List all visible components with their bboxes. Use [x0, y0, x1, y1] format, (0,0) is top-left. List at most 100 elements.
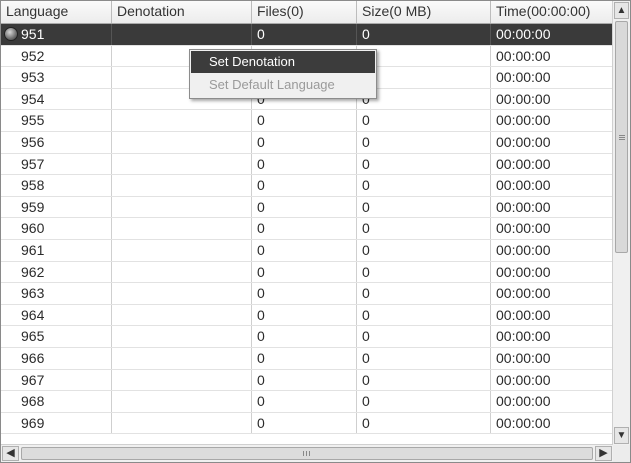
cell-time-text: 00:00:00 [496, 285, 551, 302]
cell-files: 0 [252, 369, 357, 391]
cell-language-text: 964 [21, 306, 45, 323]
cell-time: 00:00:00 [491, 239, 613, 261]
cell-files-text: 0 [257, 371, 265, 388]
cell-size: 0 [357, 196, 491, 218]
cell-time-text: 00:00:00 [496, 263, 551, 280]
cell-size: 0 [357, 110, 491, 131]
table-row[interactable]: 964 0 0 00:00:00 [1, 304, 613, 327]
arrow-right-icon[interactable]: ▶ [595, 446, 612, 461]
cell-time-text: 00:00:00 [496, 220, 551, 237]
cell-language: 953 [1, 67, 112, 88]
cell-language: 967 [1, 369, 112, 391]
menu-item-set-denotation[interactable]: Set Denotation [191, 51, 375, 73]
column-header-files[interactable]: Files(0) [252, 1, 357, 23]
cell-time-text: 00:00:00 [496, 241, 551, 258]
table-row[interactable]: 962 0 0 00:00:00 [1, 261, 613, 284]
cell-size-text: 0 [362, 306, 370, 323]
cell-language: 954 [1, 88, 112, 110]
cell-time: 00:00:00 [491, 304, 613, 326]
cell-denotation [112, 131, 252, 153]
cell-language-text: 952 [21, 47, 45, 64]
cell-size-text: 0 [362, 241, 370, 258]
cell-language: 968 [1, 391, 112, 412]
cell-size-text: 0 [362, 26, 370, 42]
cell-files-text: 0 [257, 414, 265, 431]
horizontal-scroll-thumb[interactable] [21, 447, 593, 460]
cell-files: 0 [252, 261, 357, 283]
column-header-size[interactable]: Size(0 MB) [357, 1, 491, 23]
cell-denotation [112, 304, 252, 326]
cell-time-text: 00:00:00 [496, 198, 551, 215]
column-header-denotation[interactable]: Denotation [112, 1, 252, 23]
table-row[interactable]: 967 0 0 00:00:00 [1, 369, 613, 392]
cell-language-text: 965 [21, 328, 45, 345]
cell-size: 0 [357, 218, 491, 239]
cell-files-text: 0 [257, 349, 265, 366]
cell-files: 0 [252, 239, 357, 261]
cell-files: 0 [252, 24, 357, 45]
table-row[interactable]: 959 0 0 00:00:00 [1, 196, 613, 219]
cell-language: 964 [1, 304, 112, 326]
cell-language: 957 [1, 153, 112, 175]
table-row[interactable]: 957 0 0 00:00:00 [1, 153, 613, 176]
cell-time-text: 00:00:00 [496, 47, 551, 64]
arrow-up-icon[interactable]: ▲ [614, 2, 629, 19]
cell-language-text: 961 [21, 241, 45, 258]
cell-language-text: 968 [21, 393, 45, 410]
cell-time: 00:00:00 [491, 110, 613, 131]
vertical-scrollbar[interactable]: ▲ ▼ [612, 1, 630, 445]
arrow-left-icon[interactable]: ◀ [2, 446, 19, 461]
cell-size: 0 [357, 175, 491, 196]
cell-files: 0 [252, 218, 357, 239]
arrow-down-icon[interactable]: ▼ [614, 427, 629, 444]
cell-language-text: 959 [21, 198, 45, 215]
cell-files-text: 0 [257, 241, 265, 258]
cell-size-text: 0 [362, 285, 370, 302]
column-header-language[interactable]: Language [1, 1, 112, 23]
table-row[interactable]: 956 0 0 00:00:00 [1, 131, 613, 154]
cell-size: 0 [357, 88, 491, 110]
cell-size-text: 0 [362, 263, 370, 280]
cell-size-text: 0 [362, 177, 370, 194]
cell-denotation [112, 369, 252, 391]
vertical-scroll-thumb[interactable] [615, 21, 628, 253]
cell-language: 960 [1, 218, 112, 239]
cell-language: 969 [1, 412, 112, 434]
cell-files: 0 [252, 153, 357, 175]
cell-files-text: 0 [257, 112, 265, 129]
cell-denotation [112, 175, 252, 196]
table-row[interactable]: 951 0 0 00:00:00 [1, 24, 613, 46]
cell-language: 965 [1, 326, 112, 347]
cell-size: 0 [357, 326, 491, 347]
table-row[interactable]: 958 0 0 00:00:00 [1, 175, 613, 197]
table-row[interactable]: 965 0 0 00:00:00 [1, 326, 613, 348]
horizontal-scrollbar[interactable]: ◀ ▶ [1, 444, 613, 462]
table-row[interactable]: 966 0 0 00:00:00 [1, 347, 613, 370]
cell-language-text: 966 [21, 349, 45, 366]
cell-size: 0 [357, 347, 491, 369]
cell-language-text: 951 [21, 26, 45, 42]
table-row[interactable]: 969 0 0 00:00:00 [1, 412, 613, 435]
column-header-time[interactable]: Time(00:00:00) [491, 1, 613, 23]
table-row[interactable]: 955 0 0 00:00:00 [1, 110, 613, 132]
cell-files-text: 0 [257, 177, 265, 194]
cell-size: 0 [357, 391, 491, 412]
cell-time-text: 00:00:00 [496, 328, 551, 345]
table-row[interactable]: 960 0 0 00:00:00 [1, 218, 613, 240]
cell-time: 00:00:00 [491, 391, 613, 412]
cell-denotation [112, 412, 252, 434]
cell-time: 00:00:00 [491, 45, 613, 67]
table-row[interactable]: 961 0 0 00:00:00 [1, 239, 613, 262]
table-row[interactable]: 968 0 0 00:00:00 [1, 391, 613, 413]
cell-files: 0 [252, 175, 357, 196]
table-row[interactable]: 963 0 0 00:00:00 [1, 283, 613, 305]
cell-time: 00:00:00 [491, 218, 613, 239]
cell-time: 00:00:00 [491, 347, 613, 369]
cell-denotation [112, 239, 252, 261]
cell-language-text: 967 [21, 371, 45, 388]
language-list-window: Language Denotation Files(0) Size(0 MB) … [0, 0, 631, 463]
cell-time: 00:00:00 [491, 412, 613, 434]
cell-time: 00:00:00 [491, 196, 613, 218]
cell-files-text: 0 [257, 306, 265, 323]
cell-files: 0 [252, 283, 357, 304]
